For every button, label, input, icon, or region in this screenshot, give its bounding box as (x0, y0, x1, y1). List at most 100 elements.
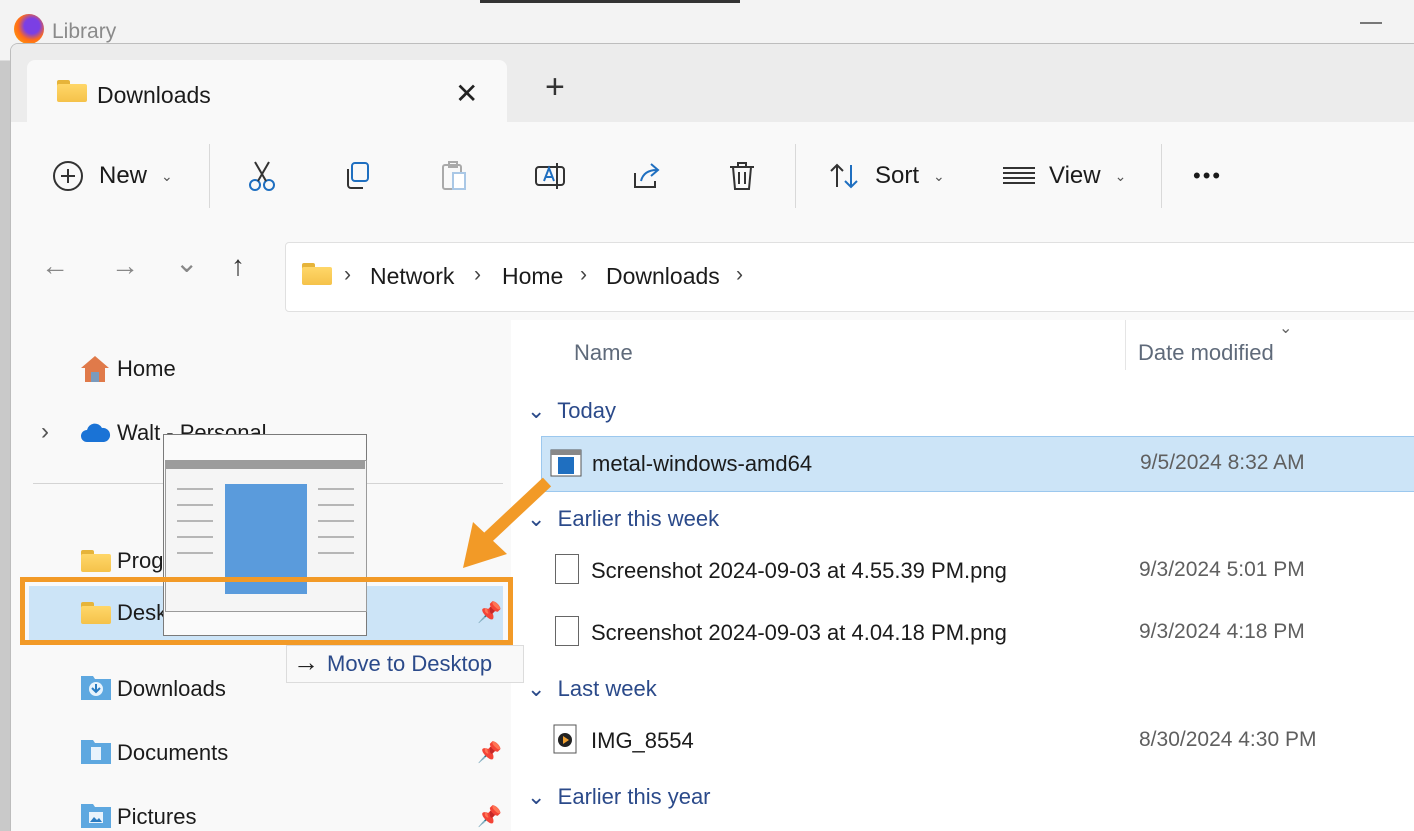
chevron-down-icon: ⌄ (527, 784, 546, 809)
annotation-highlight-box (20, 577, 513, 645)
file-list: Name ⌄ Date modified ⌄ Today metal-windo… (511, 320, 1414, 831)
new-button-label: New (99, 162, 148, 189)
sidebar-item-pictures[interactable]: Pictures 📌 (11, 788, 511, 831)
sidebar-item-label: Prog (117, 548, 164, 573)
up-button[interactable]: ↑ (231, 250, 245, 282)
back-button[interactable]: ← (41, 250, 69, 282)
tab-bar: Downloads ✕ + (11, 44, 1414, 122)
drag-preview-line (318, 536, 354, 538)
paste-button[interactable] (437, 122, 471, 230)
copy-icon (347, 162, 369, 189)
video-file-icon (553, 724, 577, 754)
file-date: 9/3/2024 4:18 PM (1139, 620, 1305, 643)
sort-icon (830, 163, 858, 189)
drag-preview-line (318, 520, 354, 522)
firefox-icon (14, 14, 44, 44)
delete-button[interactable] (725, 122, 759, 230)
copy-button[interactable] (341, 122, 375, 230)
table-row[interactable]: Screenshot 2024-09-03 at 4.55.39 PM.png … (541, 544, 1414, 598)
forward-button[interactable]: → (111, 250, 139, 282)
chevron-down-icon: ⌄ (527, 676, 546, 701)
file-date: 9/5/2024 8:32 AM (1140, 451, 1305, 474)
breadcrumb-separator: › (344, 263, 351, 286)
breadcrumb-separator: › (474, 263, 481, 286)
file-name: metal-windows-amd64 (592, 451, 813, 476)
breadcrumb-network[interactable]: Network (370, 263, 454, 290)
group-label: Earlier this year (557, 784, 711, 809)
drag-preview-line (177, 504, 213, 506)
group-label: Earlier this week (557, 506, 720, 531)
file-name: Screenshot 2024-09-03 at 4.04.18 PM.png (591, 620, 1007, 645)
sidebar-item-home[interactable]: Home (11, 340, 511, 400)
drag-preview-line (177, 552, 213, 554)
pin-icon[interactable]: 📌 (477, 740, 502, 765)
table-row[interactable]: metal-windows-amd64 9/5/2024 8:32 AM (541, 436, 1414, 492)
rename-icon (535, 163, 565, 189)
chevron-right-icon[interactable]: › (41, 418, 49, 446)
group-header-earlier-this-year[interactable]: ⌄ Earlier this year (527, 784, 711, 810)
rename-button[interactable] (533, 122, 567, 230)
drag-preview-line (318, 552, 354, 554)
plus-circle-icon (53, 161, 83, 191)
drag-tooltip: → Move to Desktop (286, 645, 524, 683)
top-edge-strip (480, 0, 740, 3)
table-row[interactable]: Screenshot 2024-09-03 at 4.04.18 PM.png … (541, 606, 1414, 660)
close-tab-button[interactable]: ✕ (455, 80, 478, 108)
sidebar-item-label: Documents (117, 740, 229, 765)
toolbar-divider (1161, 144, 1162, 208)
breadcrumb-separator: › (580, 263, 587, 286)
trash-icon (730, 162, 754, 190)
drag-preview-line (177, 488, 213, 490)
toolbar-divider (209, 144, 210, 208)
recent-locations-button[interactable]: ⌄ (175, 246, 198, 279)
documents-folder-icon (81, 740, 111, 764)
drag-preview-line (318, 488, 354, 490)
file-date: 8/30/2024 4:30 PM (1139, 728, 1317, 751)
annotation-arrow-icon (463, 477, 552, 568)
group-label: Today (557, 398, 616, 423)
address-row: ← → ⌄ ↑ › Network › Home › Downloads › (11, 230, 1414, 320)
more-options-button[interactable]: ••• (1193, 122, 1222, 230)
new-tab-button[interactable]: + (545, 70, 565, 104)
pin-icon[interactable]: 📌 (477, 804, 502, 829)
column-header-name[interactable]: Name (574, 340, 633, 366)
sort-button-label: Sort (875, 162, 920, 189)
scissors-icon (249, 161, 275, 191)
new-button[interactable]: New ⌄ (51, 122, 173, 230)
chevron-down-icon: ⌄ (1114, 167, 1127, 184)
drag-tooltip-text: Move to Desktop (327, 651, 493, 676)
toolbar-divider (795, 144, 796, 208)
home-icon (81, 356, 109, 382)
background-window-title: Library (52, 20, 117, 43)
group-label: Last week (557, 676, 657, 701)
arrow-right-icon: → (293, 647, 319, 677)
chevron-down-icon: ⌄ (161, 167, 173, 184)
folder-icon (81, 550, 111, 572)
drag-preview-line (318, 504, 354, 506)
sidebar-item-documents[interactable]: Documents 📌 (11, 724, 511, 784)
breadcrumb-home[interactable]: Home (502, 263, 563, 290)
address-bar[interactable]: › Network › Home › Downloads › (285, 242, 1414, 312)
drag-preview-line (177, 536, 213, 538)
view-list-icon (1003, 167, 1035, 184)
column-header-date-modified[interactable]: Date modified (1138, 340, 1274, 366)
file-name: Screenshot 2024-09-03 at 4.55.39 PM.png (591, 558, 1007, 583)
share-button[interactable] (629, 122, 663, 230)
sort-indicator-icon: ⌄ (1279, 320, 1293, 337)
sort-button[interactable]: Sort ⌄ (827, 122, 945, 230)
group-header-last-week[interactable]: ⌄ Last week (527, 676, 657, 702)
group-header-today[interactable]: ⌄ Today (527, 398, 616, 424)
downloads-folder-icon (81, 676, 111, 700)
cut-button[interactable] (245, 122, 279, 230)
minimize-icon[interactable] (1360, 22, 1382, 24)
clipboard-icon (442, 161, 466, 190)
file-date: 9/3/2024 5:01 PM (1139, 558, 1305, 581)
file-name: IMG_8554 (591, 728, 694, 753)
sidebar-item-label: Downloads (117, 676, 226, 701)
table-row[interactable]: IMG_8554 8/30/2024 4:30 PM (541, 714, 1414, 768)
breadcrumb-separator: › (736, 263, 743, 286)
breadcrumb-downloads[interactable]: Downloads (606, 263, 720, 290)
tab-downloads[interactable]: Downloads ✕ (27, 60, 507, 122)
sidebar-item-label: Home (117, 356, 176, 381)
view-button[interactable]: View ⌄ (1001, 122, 1126, 230)
